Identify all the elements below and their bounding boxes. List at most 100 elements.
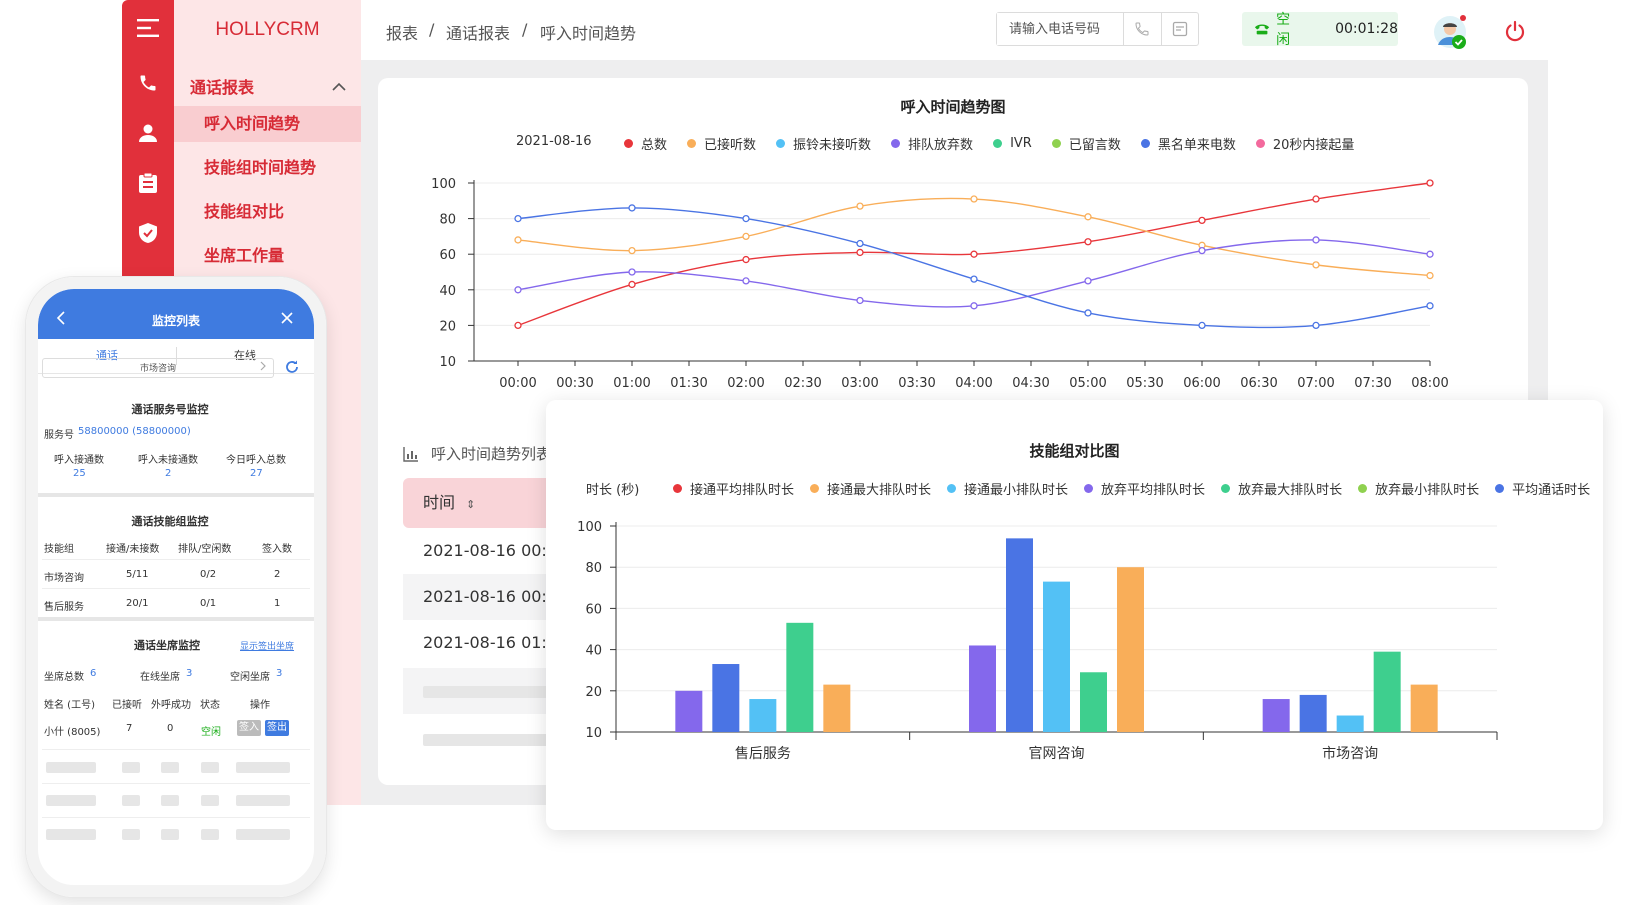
sort-icon[interactable]: ⇕	[466, 498, 475, 511]
bar-legend-item[interactable]: 放弃平均排队时长	[1084, 479, 1205, 498]
bar	[1299, 694, 1327, 732]
legend-dot	[687, 139, 697, 148]
line-legend-item[interactable]: 排队放弃数	[891, 134, 973, 153]
skill-cell: 2	[274, 569, 281, 580]
line-legend-item[interactable]: 已接听数	[687, 134, 756, 153]
shield-nav-icon[interactable]	[122, 223, 174, 243]
data-point	[742, 277, 750, 285]
data-point	[514, 236, 522, 244]
data-point	[1084, 277, 1092, 285]
legend-dot	[1221, 484, 1231, 493]
sign-out-button[interactable]: 签出	[265, 720, 289, 736]
bar-legend-item[interactable]: 放弃最小排队时长	[1358, 479, 1479, 498]
agent-monitor-title: 通话坐席监控	[134, 639, 200, 652]
data-point	[1312, 195, 1320, 203]
bar-legend-item[interactable]: 接通最小排队时长	[947, 479, 1068, 498]
legend-dot	[776, 139, 786, 148]
bar-chart-title: 技能组对比图	[1029, 442, 1120, 460]
back-icon[interactable]	[56, 305, 70, 325]
call-timer: 00:01:28	[1335, 21, 1398, 37]
mobile-header: 监控列表	[38, 289, 314, 339]
line-legend-item[interactable]: 振铃未接听数	[776, 134, 871, 153]
breadcrumb-item[interactable]: 报表	[386, 20, 418, 44]
data-point	[742, 214, 750, 223]
x-tick-label: 04:30	[1012, 376, 1049, 391]
y-tick-label: 80	[585, 561, 602, 576]
bar	[1262, 699, 1290, 732]
skill-monitor-title: 通话技能组监控	[131, 515, 209, 528]
table-header-label: 时间	[423, 493, 456, 512]
transfer-button[interactable]	[1160, 13, 1199, 45]
table-row: 2021-08-16 01:00	[423, 633, 563, 652]
trend-list-label: 呼入时间趋势列表	[431, 445, 552, 463]
bar-legend-item[interactable]: 放弃最大排队时长	[1221, 479, 1342, 498]
bar-legend-item[interactable]: 平均通话时长	[1495, 479, 1590, 498]
line-legend-item[interactable]: 已留言数	[1051, 134, 1121, 153]
bar	[712, 664, 740, 732]
table-row-skeleton	[403, 716, 563, 762]
phone-number-input[interactable]	[997, 13, 1123, 45]
data-point	[1426, 179, 1434, 187]
y-tick-label: 100	[431, 177, 456, 192]
sign-in-button[interactable]: 签入	[237, 720, 261, 736]
legend-dot	[1051, 139, 1061, 148]
logout-button[interactable]	[1504, 20, 1526, 42]
line-legend-item[interactable]: IVR	[993, 134, 1032, 153]
line-legend-item[interactable]: 黑名单来电数	[1140, 134, 1236, 153]
bar	[823, 684, 851, 732]
call-button[interactable]	[1123, 13, 1161, 45]
bar	[1080, 672, 1107, 732]
data-point	[856, 296, 864, 305]
data-point	[1312, 261, 1320, 269]
data-point	[514, 286, 522, 294]
service-monitor-title: 通话服务号监控	[131, 403, 209, 416]
table-row: 2021-08-16 00:30	[403, 574, 563, 620]
legend-dot	[891, 139, 901, 148]
show-signed-out-link[interactable]: 显示签出坐席	[240, 639, 294, 652]
phone-nav-icon[interactable]	[122, 73, 174, 93]
bar	[1043, 581, 1070, 732]
data-point	[628, 204, 636, 212]
x-tick-label: 06:30	[1240, 376, 1277, 391]
line-chart-legend: 总数 已接听数 振铃未接听数 排队放弃数 IVR 已留言数 黑名单来电数 20秒内接起量	[624, 134, 1354, 153]
breadcrumb-item[interactable]: 通话报表	[446, 20, 510, 44]
line-legend-item[interactable]: 20秒内接起量	[1255, 134, 1354, 153]
skill-cell: 市场咨询	[44, 573, 84, 584]
sidebar-item-skill-trend[interactable]: 技能组时间趋势	[204, 150, 361, 186]
data-point	[856, 248, 864, 257]
series-line	[517, 197, 1431, 277]
legend-label: 已接听数	[704, 138, 757, 153]
chevron-right-icon	[260, 359, 266, 379]
legend-dot	[947, 484, 957, 493]
close-icon[interactable]	[280, 305, 296, 325]
line-legend-item[interactable]: 总数	[624, 134, 667, 153]
sidebar-item-agent-workload[interactable]: 坐席工作量	[204, 238, 361, 274]
legend-label: 接通最大排队时长	[827, 483, 932, 498]
clipboard-nav-icon[interactable]	[122, 173, 174, 193]
data-point	[1198, 246, 1206, 255]
phone-icon	[1135, 22, 1149, 36]
stat-value: 25	[73, 468, 86, 479]
agent-status: 空闲	[201, 727, 221, 738]
bar-legend-item[interactable]: 接通最大排队时长	[810, 479, 931, 498]
x-tick-label: 00:30	[556, 376, 593, 391]
refresh-icon[interactable]	[284, 359, 300, 379]
avatar[interactable]	[1433, 15, 1467, 49]
sidebar-item-skill-compare[interactable]: 技能组对比	[204, 194, 361, 230]
skill-cell: 0/2	[200, 569, 217, 580]
agent-col: 外呼成功	[151, 700, 191, 711]
agent-status-box[interactable]: 空闲 00:01:28	[1242, 12, 1398, 48]
line-chart-title: 呼入时间趋势图	[900, 98, 1006, 116]
agent-stat-value: 3	[276, 668, 283, 679]
sidebar-item-inbound-trend[interactable]: 呼入时间趋势	[174, 106, 361, 142]
legend-dot	[810, 484, 820, 493]
bar-chart-unit: 时长 (秒)	[586, 483, 640, 498]
data-point	[1084, 213, 1092, 221]
bar-legend-item[interactable]: 接通平均排队时长	[673, 479, 794, 498]
skill-cell: 5/11	[126, 569, 149, 580]
user-nav-icon[interactable]	[122, 123, 174, 143]
x-tick-label: 06:00	[1183, 376, 1220, 391]
data-point	[970, 195, 978, 203]
sidebar-group-call-report[interactable]: 通话报表	[190, 72, 360, 100]
menu-icon[interactable]	[122, 18, 174, 38]
